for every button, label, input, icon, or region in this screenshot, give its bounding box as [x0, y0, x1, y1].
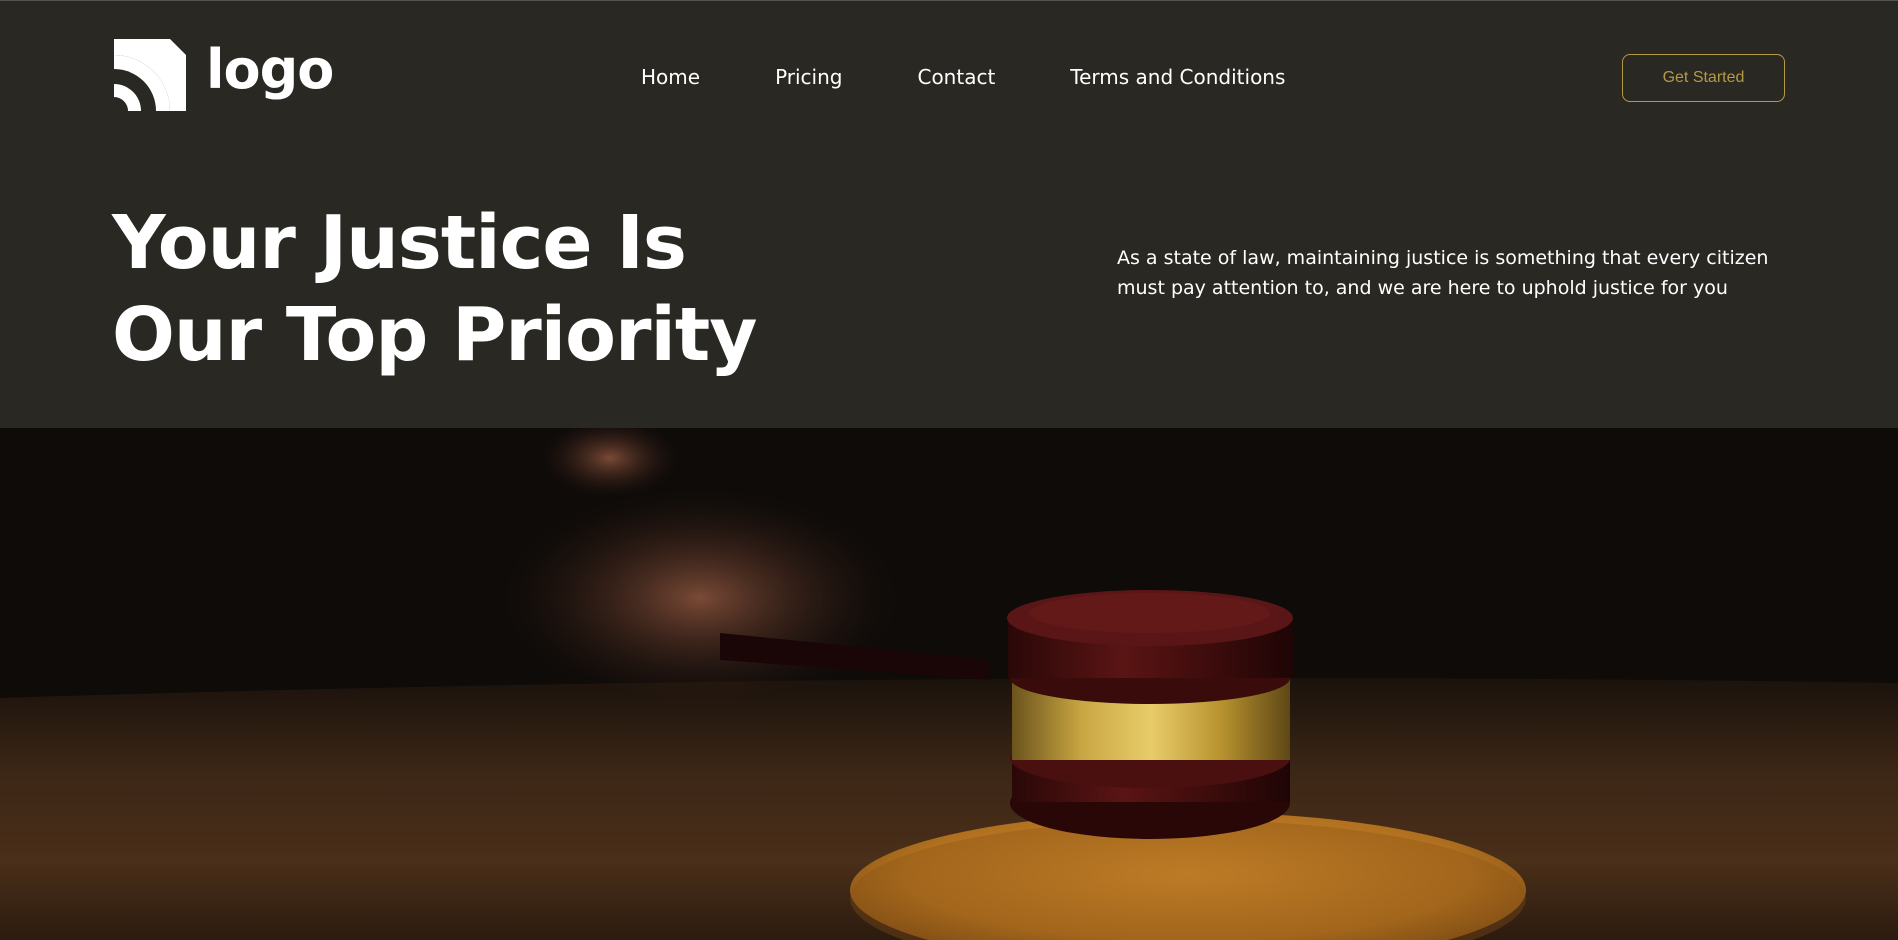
headline-line-1: Your Justice Is	[112, 200, 687, 286]
nav-contact-link[interactable]: Contact	[917, 63, 995, 91]
main-nav: Home Pricing Contact Terms and Condition…	[641, 63, 1285, 91]
landing-page: logo Home Pricing Contact Terms and Cond…	[0, 0, 1898, 940]
hero-image	[0, 428, 1898, 940]
signal-arcs-icon	[114, 39, 186, 111]
intro-text: As a state of law, maintaining justice i…	[1117, 247, 1769, 299]
nav-pricing-link[interactable]: Pricing	[775, 63, 842, 91]
header-section: logo Home Pricing Contact Terms and Cond…	[0, 0, 1898, 428]
nav-terms-link[interactable]: Terms and Conditions	[1070, 63, 1285, 91]
headline-line-2: Our Top Priority	[112, 292, 757, 378]
nav-home-link[interactable]: Home	[641, 63, 700, 91]
logo[interactable]: logo	[114, 38, 334, 111]
get-started-button[interactable]: Get Started	[1622, 54, 1785, 102]
page-title: Your Justice Is Our Top Priority	[112, 197, 757, 381]
gavel-photo	[0, 428, 1898, 940]
logo-text: logo	[206, 38, 334, 101]
